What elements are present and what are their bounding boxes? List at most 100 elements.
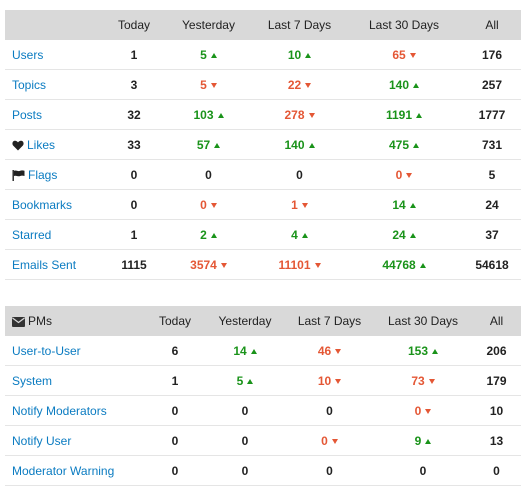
trend-down-icon	[428, 378, 435, 384]
flags-last30-cell: 0	[345, 159, 463, 190]
trend-down-icon	[409, 52, 416, 58]
posts-today-value: 32	[105, 99, 163, 130]
row-label-link-system[interactable]: System	[5, 365, 145, 396]
row-label[interactable]: System	[12, 374, 52, 388]
system-all-value: 179	[472, 365, 521, 396]
row-label[interactable]: Posts	[12, 108, 42, 122]
row-label[interactable]: Emails Sent	[12, 258, 76, 272]
row-label[interactable]: Users	[12, 48, 43, 62]
header-last-7-days: Last 7 Days	[254, 10, 345, 40]
user-to-user-last30-value: 153	[407, 343, 429, 358]
notify-moderators-last7-value: 0	[326, 403, 333, 418]
trend-up-icon	[425, 438, 432, 444]
row-label[interactable]: Starred	[12, 228, 51, 242]
trend-up-icon	[416, 112, 423, 118]
system-last30-value: 73	[411, 373, 425, 388]
likes-all-value: 731	[463, 129, 521, 160]
system-yesterday-cell: 5	[205, 365, 285, 396]
posts-last30-cell: 1191	[345, 99, 463, 130]
row-label[interactable]: Bookmarks	[12, 198, 72, 212]
table-row: Bookmarks 0 0 1 14 24	[5, 189, 521, 220]
row-label-link-users[interactable]: Users	[5, 40, 105, 70]
row-label[interactable]: Flags	[28, 168, 57, 182]
topics-today-value: 3	[105, 69, 163, 100]
trend-up-icon	[305, 52, 312, 58]
user-to-user-all-value: 206	[472, 336, 521, 366]
system-yesterday-value: 5	[236, 373, 244, 388]
row-label-link-bookmarks[interactable]: Bookmarks	[5, 189, 105, 220]
table-row: Moderator Warning 0 0 0 0 0	[5, 455, 521, 486]
users-yesterday-cell: 5	[163, 40, 254, 70]
row-label-link-emails-sent[interactable]: Emails Sent	[5, 249, 105, 280]
notify-user-today-value: 0	[145, 425, 205, 456]
bookmarks-yesterday-value: 0	[200, 197, 207, 212]
row-label-link-user-to-user[interactable]: User-to-User	[5, 336, 145, 366]
header-last-7-days: Last 7 Days	[285, 306, 374, 336]
moderator-warning-yesterday-value: 0	[241, 463, 249, 478]
header-all: All	[472, 306, 521, 336]
row-label-link-likes[interactable]: Likes	[5, 129, 105, 160]
users-all-value: 176	[463, 40, 521, 70]
moderator-warning-today-value: 0	[145, 455, 205, 486]
trend-up-icon	[432, 348, 439, 354]
row-label-link-notify-moderators[interactable]: Notify Moderators	[5, 395, 145, 426]
user-to-user-yesterday-cell: 14	[205, 336, 285, 366]
notify-moderators-yesterday-cell: 0	[205, 395, 285, 426]
bookmarks-today-value: 0	[105, 189, 163, 220]
table-row: Notify Moderators 0 0 0 0 10	[5, 395, 521, 426]
flags-last30-value: 0	[395, 167, 403, 182]
starred-all-value: 37	[463, 219, 521, 250]
likes-today-value: 33	[105, 129, 163, 160]
row-label[interactable]: Notify User	[12, 434, 71, 448]
topics-last7-value: 22	[287, 77, 302, 92]
row-label[interactable]: Topics	[12, 78, 46, 92]
row-label-link-notify-user[interactable]: Notify User	[5, 425, 145, 456]
row-label-link-flags[interactable]: Flags	[5, 159, 105, 190]
notify-user-last7-value: 0	[321, 433, 328, 448]
flags-yesterday-value: 0	[205, 167, 212, 182]
trend-down-icon	[305, 82, 312, 88]
row-label[interactable]: Moderator Warning	[12, 464, 114, 478]
moderator-warning-yesterday-cell: 0	[205, 455, 285, 486]
row-label-link-topics[interactable]: Topics	[5, 69, 105, 100]
moderator-warning-last30-value: 0	[419, 463, 427, 478]
trend-down-icon	[308, 112, 315, 118]
trend-down-icon	[314, 262, 321, 268]
topics-all-value: 257	[463, 69, 521, 100]
flag-icon	[12, 169, 25, 181]
row-label[interactable]: User-to-User	[12, 344, 81, 358]
row-label-link-posts[interactable]: Posts	[5, 99, 105, 130]
trend-down-icon	[210, 202, 217, 208]
emails-sent-last7-cell: 11101	[254, 249, 345, 280]
users-last7-value: 10	[287, 47, 302, 62]
notify-user-all-value: 13	[472, 425, 521, 456]
trend-up-icon	[217, 112, 224, 118]
header-pms-label: PMs	[28, 314, 52, 328]
users-last7-cell: 10	[254, 40, 345, 70]
user-to-user-last7-cell: 46	[285, 336, 374, 366]
header-all: All	[463, 10, 521, 40]
notify-moderators-last30-value: 0	[414, 403, 422, 418]
header-last-30-days: Last 30 Days	[345, 10, 463, 40]
posts-yesterday-value: 103	[193, 107, 214, 122]
bookmarks-all-value: 24	[463, 189, 521, 220]
row-label[interactable]: Likes	[27, 138, 55, 152]
users-today-value: 1	[105, 40, 163, 70]
users-last30-value: 65	[392, 47, 406, 62]
bookmarks-last30-value: 14	[392, 197, 406, 212]
row-label[interactable]: Notify Moderators	[12, 404, 107, 418]
bookmarks-last30-cell: 14	[345, 189, 463, 220]
flags-last7-value: 0	[296, 167, 303, 182]
trend-down-icon	[210, 82, 217, 88]
emails-sent-yesterday-value: 3574	[190, 257, 217, 272]
trend-up-icon	[247, 378, 254, 384]
trend-up-icon	[210, 232, 217, 238]
starred-yesterday-value: 2	[200, 227, 207, 242]
row-label-link-moderator-warning[interactable]: Moderator Warning	[5, 455, 145, 486]
table-row: Posts 32 103 278 1191 1777	[5, 99, 521, 130]
row-label-link-starred[interactable]: Starred	[5, 219, 105, 250]
trend-up-icon	[250, 348, 257, 354]
site-stats-header-row: Today Yesterday Last 7 Days Last 30 Days…	[5, 10, 521, 40]
notify-moderators-last30-cell: 0	[374, 395, 472, 426]
table-row: Topics 3 5 22 140 257	[5, 69, 521, 100]
